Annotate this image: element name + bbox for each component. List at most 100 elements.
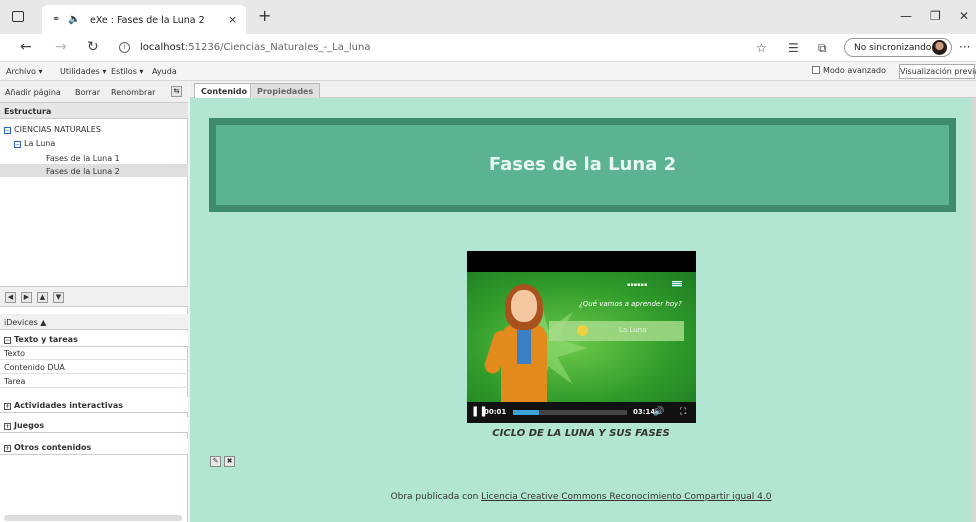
tree-label: CIENCIAS NATURALES xyxy=(14,125,101,134)
expand-icon[interactable]: + xyxy=(4,403,11,410)
duration: 03:14 xyxy=(633,408,656,416)
vertical-scrollbar[interactable] xyxy=(972,98,976,522)
idevices-header[interactable]: iDevices ▲ xyxy=(0,314,188,330)
seek-progress xyxy=(513,410,540,415)
browser-tabstrip: ⚭ 🔈 eXe : Fases de la Luna 2 × + — ❐ ✕ xyxy=(0,0,976,34)
tree-move-toolbar: ◀ ▶ ▲ ▼ xyxy=(0,286,188,307)
tree-node-la-luna[interactable]: − La Luna xyxy=(14,139,55,148)
video-frame: ▪▪▪▪▪▪ ¿Qué vamos a aprender hoy? La Lun… xyxy=(467,272,696,402)
speaker-icon[interactable]: 🔈 xyxy=(68,14,80,25)
favorite-add-icon[interactable]: ☆ xyxy=(756,41,767,55)
category-texto-tareas[interactable]: − Texto y tareas xyxy=(0,331,188,347)
favorites-icon[interactable]: ☰ xyxy=(788,41,799,55)
preview-button[interactable]: Visualización previa xyxy=(899,64,976,79)
license-footer: Obra publicada con Licencia Creative Com… xyxy=(190,492,972,502)
video-caption: CICLO DE LA LUNA Y SUS FASES xyxy=(492,428,670,439)
collapse-icon[interactable]: − xyxy=(4,337,11,344)
idevice-texto[interactable]: Texto xyxy=(0,347,188,360)
address-bar: ← → ↻ i localhost:51236/Ciencias_Natural… xyxy=(0,34,976,62)
horizontal-scrollbar[interactable] xyxy=(4,515,182,521)
move-icon[interactable]: ⇆ xyxy=(171,86,182,97)
back-icon[interactable]: ← xyxy=(20,39,32,55)
page-heading-banner: Fases de la Luna 2 xyxy=(209,118,956,212)
edit-icon[interactable]: ✎ xyxy=(210,456,221,467)
delete-icon[interactable]: ✖ xyxy=(224,456,235,467)
tree-label: Fases de la Luna 2 xyxy=(46,167,120,176)
url-field[interactable]: localhost:51236/Ciencias_Naturales_-_La_… xyxy=(140,42,370,53)
collections-icon[interactable]: ⧉ xyxy=(818,41,827,56)
license-link[interactable]: Licencia Creative Commons Reconocimiento… xyxy=(481,492,771,502)
sync-label: No sincronizando xyxy=(854,43,932,53)
reload-icon[interactable]: ↻ xyxy=(87,39,99,55)
forward-icon[interactable]: → xyxy=(55,39,67,55)
category-label: Texto y tareas xyxy=(14,335,78,344)
move-down-icon[interactable]: ▼ xyxy=(53,292,64,303)
avatar xyxy=(932,40,947,55)
move-left-icon[interactable]: ◀ xyxy=(5,292,16,303)
tree-label: La Luna xyxy=(24,139,56,148)
content-tabs: Contenido Propiedades xyxy=(190,81,976,98)
flag-icon xyxy=(672,281,682,287)
topic-bar: La Luna xyxy=(549,321,684,341)
tree-label: Fases de la Luna 1 xyxy=(46,154,120,163)
add-page-button[interactable]: Añadir página xyxy=(5,88,61,97)
minimize-button[interactable]: — xyxy=(900,9,912,23)
url-host: localhost xyxy=(140,42,185,53)
tab-actions-icon[interactable] xyxy=(12,11,24,22)
maximize-button[interactable]: ❐ xyxy=(930,9,941,23)
delete-page-button[interactable]: Borrar xyxy=(75,88,100,97)
collapse-icon[interactable]: − xyxy=(14,141,21,148)
tab-contenido[interactable]: Contenido xyxy=(194,83,254,98)
rename-page-button[interactable]: Renombrar xyxy=(111,88,155,97)
app-menubar: Archivo ▾ Utilidades ▾ Estilos ▾ Ayuda M… xyxy=(0,62,976,81)
menu-estilos[interactable]: Estilos ▾ xyxy=(111,67,143,76)
character-shirt xyxy=(517,324,531,364)
tab-propiedades[interactable]: Propiedades xyxy=(250,83,321,98)
video-question: ¿Qué vamos a aprender hoy? xyxy=(579,300,682,308)
advanced-mode-checkbox[interactable] xyxy=(812,66,820,74)
fullscreen-icon[interactable]: ⛶ xyxy=(680,407,686,417)
url-path: :51236/Ciencias_Naturales_-_La_luna xyxy=(184,42,371,53)
seek-bar[interactable] xyxy=(513,410,627,415)
topic-icon xyxy=(577,325,588,336)
structure-header: Estructura xyxy=(0,103,188,119)
new-tab-button[interactable]: + xyxy=(258,6,271,25)
page-toolbar: Añadir página Borrar Renombrar ⇆ xyxy=(0,81,188,103)
video-player[interactable]: ▪▪▪▪▪▪ ¿Qué vamos a aprender hoy? La Lun… xyxy=(467,251,696,423)
move-right-icon[interactable]: ▶ xyxy=(21,292,32,303)
volume-icon[interactable]: 🔊 xyxy=(653,407,664,417)
expand-icon[interactable]: + xyxy=(4,423,11,430)
category-otros[interactable]: + Otros contenidos xyxy=(0,439,188,455)
content-area: Fases de la Luna 2 ▪▪▪▪▪▪ ¿Qué vamos a a… xyxy=(190,98,972,522)
move-up-icon[interactable]: ▲ xyxy=(37,292,48,303)
topic-label: La Luna xyxy=(619,326,647,334)
expand-icon[interactable]: + xyxy=(4,445,11,452)
menu-ayuda[interactable]: Ayuda xyxy=(152,67,177,76)
info-icon[interactable]: i xyxy=(119,42,130,53)
page-title: Fases de la Luna 2 xyxy=(488,154,677,175)
category-label: Actividades interactivas xyxy=(14,401,123,410)
menu-utilidades[interactable]: Utilidades ▾ xyxy=(60,67,106,76)
advanced-mode-toggle[interactable]: Modo avanzado xyxy=(812,66,886,75)
category-actividades[interactable]: + Actividades interactivas xyxy=(0,397,188,413)
browser-tab[interactable]: ⚭ 🔈 eXe : Fases de la Luna 2 × xyxy=(42,5,246,34)
collapse-icon[interactable]: − xyxy=(4,127,11,134)
tab-close-icon[interactable]: × xyxy=(228,13,237,26)
current-time: 00:01 xyxy=(484,408,507,416)
close-window-button[interactable]: ✕ xyxy=(959,9,969,23)
tree-node-fases-1[interactable]: Fases de la Luna 1 xyxy=(46,154,120,163)
category-label: Otros contenidos xyxy=(14,443,92,452)
idevice-tarea[interactable]: Tarea xyxy=(0,375,188,388)
menu-archivo[interactable]: Archivo ▾ xyxy=(6,67,42,76)
more-icon[interactable]: ··· xyxy=(959,40,970,54)
category-juegos[interactable]: + Juegos xyxy=(0,417,188,433)
idevice-contenido-dua[interactable]: Contenido DUA xyxy=(0,361,188,374)
idevice-edit-tools: ✎ ✖ xyxy=(210,456,238,467)
advanced-mode-label: Modo avanzado xyxy=(823,66,886,75)
video-logo-icon: ▪▪▪▪▪▪ xyxy=(627,282,648,288)
video-controls: ❚❚ 00:01 03:14 🔊 ⛶ xyxy=(467,402,696,423)
profile-button[interactable]: No sincronizando xyxy=(844,38,952,57)
tree-node-root[interactable]: − CIENCIAS NATURALES xyxy=(4,125,101,134)
tree-node-fases-2[interactable]: Fases de la Luna 2 xyxy=(46,167,120,176)
character-face xyxy=(511,290,537,322)
